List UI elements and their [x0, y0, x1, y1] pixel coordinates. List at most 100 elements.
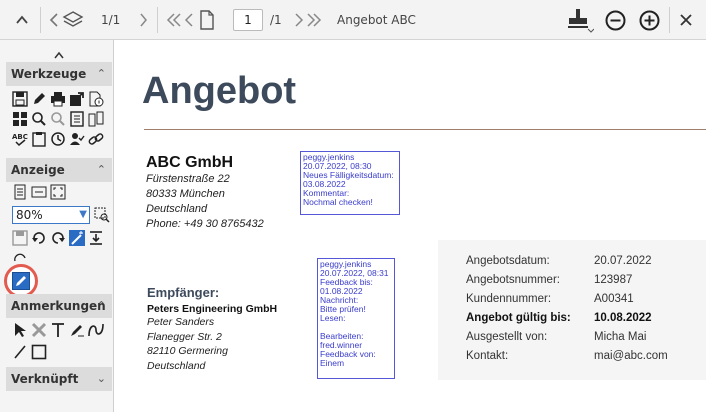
clipboard-icon[interactable] — [31, 131, 47, 147]
thumbnails-icon[interactable] — [12, 111, 28, 127]
first-page-icon[interactable] — [166, 12, 182, 28]
download-icon[interactable] — [88, 230, 104, 246]
section-anmerkungen[interactable]: Anmerkungen ⌃ — [6, 294, 112, 318]
document-view: Angebot ABC GmbH Fürstenstraße 22 80333 … — [114, 40, 706, 412]
document-title: Angebot ABC — [337, 13, 416, 27]
page-total: /1 — [270, 13, 282, 27]
company-line: Phone: +49 30 8765432 — [146, 218, 264, 230]
doc-title: Angebot — [142, 70, 297, 112]
edit-pencil-icon — [12, 272, 30, 290]
close-icon[interactable] — [679, 13, 693, 27]
rectangle-tool-icon[interactable] — [31, 344, 47, 360]
section-anzeige[interactable]: Anzeige ⌃ — [6, 158, 112, 182]
info-key: Ausgestellt von: — [466, 331, 548, 343]
share-icon[interactable] — [69, 91, 85, 107]
print-icon[interactable] — [50, 91, 66, 107]
info-value: 123987 — [594, 274, 633, 286]
last-page-icon[interactable] — [306, 12, 322, 28]
recipient-line: Deutschland — [147, 359, 206, 372]
section-label: Verknüpft — [11, 372, 79, 386]
zoom-out-icon[interactable] — [605, 10, 626, 31]
magic-wand-icon[interactable] — [69, 230, 85, 246]
prev-page-icon[interactable] — [184, 12, 194, 28]
section-verknuepft[interactable]: Verknüpft ⌄ — [6, 367, 112, 391]
save-disabled-icon — [12, 230, 28, 246]
next-page-icon[interactable] — [294, 12, 304, 28]
note-line: Einem — [320, 358, 345, 368]
pencil-icon[interactable] — [31, 91, 47, 107]
section-werkzeuge[interactable]: Werkzeuge ⌃ — [6, 62, 112, 86]
info-row: Kontakt: mai@abc.com — [466, 350, 668, 362]
toolbar-divider — [157, 7, 158, 33]
fit-page-icon[interactable] — [12, 184, 28, 200]
fullscreen-icon[interactable] — [50, 184, 66, 200]
zoom-value: 80% — [16, 208, 43, 222]
company-line: 80333 München — [146, 188, 225, 200]
edit-annotation-tool[interactable] — [4, 264, 38, 298]
recipient-line: Peter Sanders — [147, 316, 215, 328]
page-icon — [198, 9, 216, 31]
next-icon[interactable] — [138, 12, 148, 28]
dropdown-arrow-icon: ▼ — [79, 209, 87, 220]
zoom-in-icon[interactable] — [639, 10, 660, 31]
info-value: Micha Mai — [594, 331, 647, 343]
rotate-right-icon[interactable] — [50, 230, 66, 246]
layer-count: 1/1 — [101, 13, 121, 27]
info-row: Ausgestellt von: Micha Mai — [466, 331, 646, 343]
info-row: Angebot gültig bis: 10.08.2022 — [466, 312, 652, 324]
chevron-up-icon: ⌃ — [96, 299, 106, 312]
info-row: Kundennummer: A00341 — [466, 293, 634, 305]
recipient-firm: Peters Engineering GmbH — [147, 303, 278, 315]
curve-icon[interactable] — [88, 322, 104, 338]
info-row: Angebotsnummer: 123987 — [466, 274, 632, 286]
sender-block: ABC GmbH Fürstenstraße 22 80333 München … — [146, 154, 264, 232]
company-name: ABC GmbH — [146, 154, 234, 171]
freehand-icon[interactable] — [69, 322, 85, 338]
fit-width-icon[interactable] — [31, 184, 47, 200]
layers-icon[interactable] — [62, 9, 84, 31]
search-icon[interactable] — [31, 111, 47, 127]
link-icon[interactable] — [88, 131, 104, 147]
rotate-left-icon[interactable] — [31, 230, 47, 246]
chevron-down-icon: ⌄ — [96, 372, 106, 385]
company-line: Deutschland — [146, 203, 208, 215]
annotation-note[interactable]: peggy.jenkins 20.07.2022, 08:31 Feedback… — [317, 258, 395, 379]
note-line: Lesen: — [320, 313, 346, 323]
delete-x-icon[interactable] — [31, 322, 47, 338]
document-info-icon[interactable] — [88, 91, 104, 107]
toolbar-divider — [669, 7, 670, 33]
annotation-note[interactable]: peggy.jenkins 20.07.2022, 08:30 Neues Fä… — [300, 151, 400, 215]
info-value: A00341 — [594, 293, 634, 305]
text-tool-icon[interactable] — [50, 322, 66, 338]
info-value: 20.07.2022 — [594, 255, 652, 267]
stamp-icon[interactable] — [566, 7, 594, 33]
save-icon[interactable] — [12, 91, 28, 107]
recipient-label: Empfänger: — [147, 285, 220, 300]
select-arrow-icon[interactable] — [12, 322, 28, 338]
chevron-up-icon: ⌃ — [96, 67, 106, 80]
zoom-area-icon[interactable] — [94, 207, 110, 223]
info-value: 10.08.2022 — [594, 312, 652, 324]
user-check-icon[interactable] — [69, 131, 85, 147]
line-tool-icon[interactable] — [12, 344, 28, 360]
chevron-left-icon[interactable] — [48, 12, 60, 28]
collapse-up-icon[interactable] — [14, 12, 30, 28]
history-icon[interactable] — [50, 131, 66, 147]
info-value: mai@abc.com — [594, 350, 668, 362]
spellcheck-icon[interactable]: ABC — [12, 131, 28, 147]
section-label: Anzeige — [11, 163, 65, 177]
recipient-block: Empfänger: Peters Engineering GmbH Peter… — [147, 285, 277, 373]
chevron-up-icon: ⌃ — [96, 163, 106, 176]
sidebar: Werkzeuge ⌃ ABC Anzeige ⌃ 80% ▼ Anmerkun… — [0, 40, 114, 412]
zoom-select[interactable]: 80% ▼ — [12, 206, 90, 224]
text-document-icon[interactable] — [69, 111, 85, 127]
info-row: Angebotsdatum: 20.07.2022 — [466, 255, 652, 267]
top-toolbar: 1/1 1 /1 Angebot ABC — [0, 0, 706, 40]
toolbar-divider — [40, 7, 41, 33]
pages-icon[interactable] — [88, 111, 104, 127]
section-label: Werkzeuge — [11, 67, 87, 81]
recipient-line: 82110 Germering — [147, 345, 228, 357]
search-replace-icon[interactable] — [50, 111, 66, 127]
note-line: Nochmal checken! — [303, 197, 373, 207]
page-number-input[interactable]: 1 — [233, 9, 263, 31]
